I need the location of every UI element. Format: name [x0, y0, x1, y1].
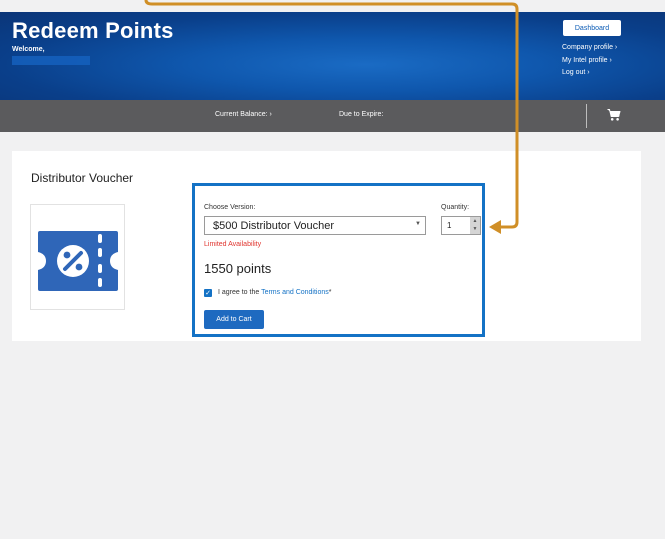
- quantity-label: Quantity:: [441, 204, 470, 211]
- add-to-cart-button[interactable]: Add to Cart: [204, 310, 264, 329]
- agree-prefix: I agree to the: [218, 289, 262, 296]
- page-title: Redeem Points: [12, 18, 174, 43]
- log-out-link[interactable]: Log out ›: [562, 67, 617, 80]
- current-balance-label[interactable]: Current Balance: ›: [215, 111, 272, 118]
- quantity-stepper[interactable]: 1 ▲ ▼: [441, 216, 481, 235]
- required-asterisk: *: [328, 289, 332, 296]
- terms-agreement-text: I agree to the Terms and Conditions*: [218, 289, 332, 296]
- points-cost: 1550 points: [204, 261, 272, 276]
- nav-divider: [586, 104, 587, 128]
- dashboard-button[interactable]: Dashboard: [563, 20, 621, 36]
- voucher-discount-icon: [38, 231, 118, 291]
- due-to-expire-label: Due to Expire:: [339, 111, 384, 118]
- welcome-text: Welcome,: [12, 46, 45, 53]
- spinner-arrows-icon[interactable]: ▲ ▼: [470, 217, 480, 234]
- choose-version-label: Choose Version:: [204, 204, 256, 211]
- product-image: [30, 204, 125, 310]
- account-links: Company profile › My Intel profile › Log…: [562, 42, 617, 80]
- terms-and-conditions-link[interactable]: Terms and Conditions: [261, 289, 329, 296]
- shopping-cart-icon[interactable]: [607, 108, 621, 122]
- terms-checkbox[interactable]: ✓: [204, 289, 212, 297]
- header-banner: Redeem Points Welcome, Dashboard Company…: [0, 12, 665, 100]
- product-title: Distributor Voucher: [31, 171, 134, 185]
- redacted-username: [12, 56, 90, 65]
- my-intel-profile-link[interactable]: My Intel profile ›: [562, 55, 617, 68]
- company-profile-link[interactable]: Company profile ›: [562, 42, 617, 55]
- availability-warning: Limited Availability: [204, 241, 262, 248]
- version-select[interactable]: $500 Distributor Voucher ▼: [204, 216, 426, 235]
- quantity-value: 1: [447, 221, 452, 230]
- version-select-value: $500 Distributor Voucher: [213, 220, 335, 232]
- balance-bar: Current Balance: › Due to Expire:: [0, 100, 665, 132]
- chevron-down-icon: ▼: [415, 221, 421, 227]
